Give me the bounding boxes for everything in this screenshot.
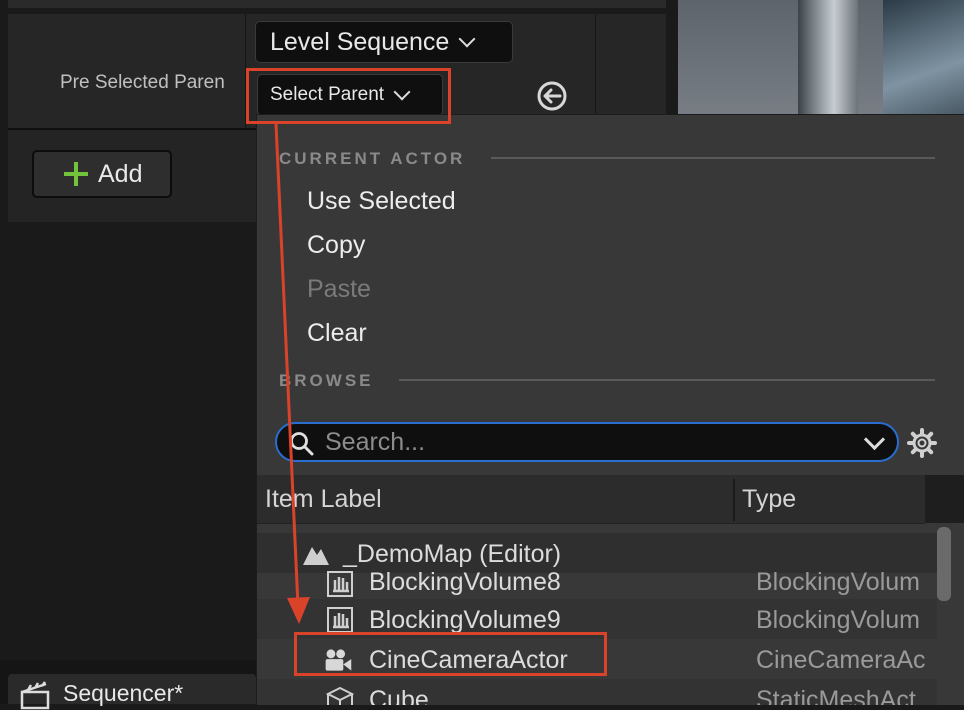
tree-row-type: StaticMeshAct <box>756 686 916 705</box>
level-sequence-combo-label: Level Sequence <box>270 27 450 56</box>
header-corner <box>925 475 964 523</box>
tree-row-label: BlockingVolume8 <box>369 568 561 596</box>
tree-scrollbar[interactable] <box>937 527 951 601</box>
settings-gear-icon[interactable] <box>907 428 937 458</box>
blocking-volume-icon <box>327 607 353 633</box>
chevron-down-icon[interactable] <box>863 428 886 451</box>
menu-item-copy[interactable]: Copy <box>307 231 365 260</box>
level-map-icon <box>303 547 329 565</box>
section-divider <box>491 157 935 159</box>
browse-section-header: BROWSE <box>279 371 374 390</box>
section-divider <box>399 379 935 381</box>
column-resize-handle[interactable] <box>733 479 735 521</box>
search-input[interactable] <box>325 427 845 457</box>
tree-row-label: _DemoMap (Editor) <box>343 540 562 568</box>
property-column-divider-2 <box>595 14 596 128</box>
select-parent-highlight <box>246 68 451 124</box>
menu-item-use-selected[interactable]: Use Selected <box>307 187 456 216</box>
column-header-type[interactable]: Type <box>742 485 796 514</box>
blocking-volume-icon <box>327 571 353 597</box>
add-button[interactable]: Add <box>32 150 172 198</box>
plus-icon <box>64 162 88 186</box>
pre-selected-parent-label: Pre Selected Paren <box>60 72 225 93</box>
current-actor-section-header: CURRENT ACTOR <box>279 149 466 168</box>
clapperboard-icon <box>20 681 50 710</box>
search-icon <box>290 432 314 456</box>
tree-row-type: BlockingVolum <box>756 606 920 634</box>
cinecameraactor-highlight <box>294 632 607 676</box>
tree-row-label: BlockingVolume9 <box>369 606 561 634</box>
menu-item-clear[interactable]: Clear <box>307 319 367 348</box>
tree-row-type: BlockingVolum <box>756 568 920 596</box>
sequencer-tab[interactable]: Sequencer* <box>8 674 256 710</box>
use-selected-arrow-icon[interactable] <box>534 78 570 114</box>
tree-column-header: Item Label Type <box>257 475 925 524</box>
add-button-label: Add <box>98 159 143 188</box>
tree-row-type: CineCameraAc <box>756 646 926 674</box>
sequencer-tab-label: Sequencer* <box>63 680 184 706</box>
actor-search-box[interactable] <box>275 422 899 462</box>
panel-top-strip <box>8 0 666 8</box>
static-mesh-icon <box>325 686 355 705</box>
select-parent-dropdown-menu: CURRENT ACTOR Use Selected Copy Paste Cl… <box>256 114 964 705</box>
level-sequence-combo[interactable]: Level Sequence <box>255 21 513 63</box>
chevron-down-icon <box>458 30 476 48</box>
tree-row-cube[interactable]: Cube StaticMeshAct <box>257 679 937 705</box>
column-header-item-label[interactable]: Item Label <box>265 485 382 514</box>
actor-tree: _DemoMap (Editor) BlockingVolume8 Blocki… <box>257 523 937 705</box>
tree-row-label: Cube <box>369 686 429 705</box>
menu-item-paste: Paste <box>307 275 371 303</box>
